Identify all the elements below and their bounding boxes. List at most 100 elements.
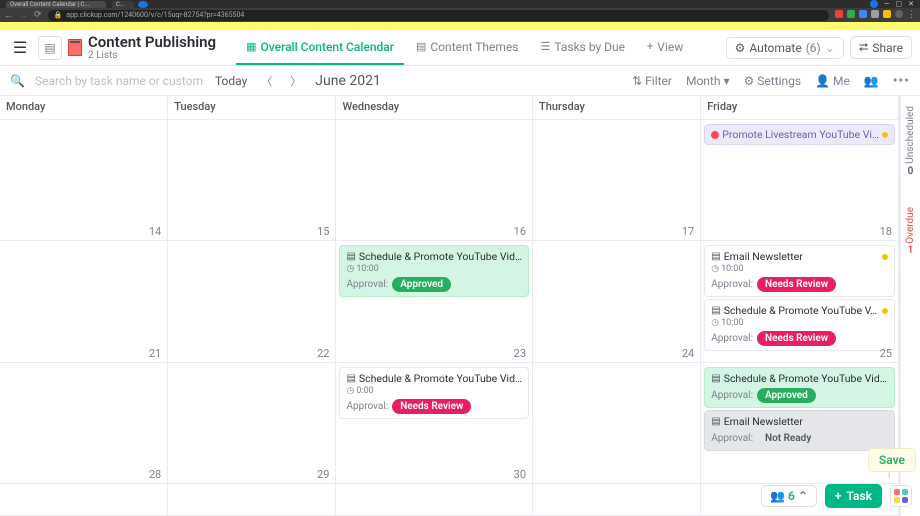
gear-icon: ⚙ [743,74,754,88]
share-button[interactable]: ⮂ Share [850,36,912,59]
back-icon[interactable]: ← [4,10,13,21]
calendar-cell[interactable]: 16 [336,120,533,241]
unscheduled-toggle[interactable]: Unscheduled [905,106,916,164]
more-menu[interactable]: ••• [893,73,910,89]
tab-content-themes[interactable]: ▤ Content Themes [406,30,528,65]
close-icon[interactable]: ✕ [908,0,914,8]
people-icon[interactable]: 👥 [864,74,879,88]
date-number: 18 [880,225,892,238]
priority-dot-icon [882,132,888,138]
prev-month[interactable]: 〈 [257,73,276,89]
task-card[interactable]: ▤Schedule & Promote YouTube Vid… ◷10:00 … [339,245,529,297]
forward-icon[interactable]: → [19,10,28,21]
task-card[interactable]: ▤Schedule & Promote YouTube Vid… Approva… [704,367,895,408]
overdue-toggle[interactable]: Overdue [905,207,916,244]
calendar-cell[interactable]: 21 [0,241,168,362]
calendar-cell[interactable] [336,484,533,516]
today-button[interactable]: Today [215,74,247,88]
month-label: June 2021 [315,73,381,89]
ext-icon[interactable] [871,10,879,18]
calendar-cell[interactable] [0,484,168,516]
calendar-cell[interactable]: ▤Schedule & Promote YouTube Vid… ◷10:00 … [336,241,533,362]
ext-icon[interactable] [859,10,867,18]
overdue-count: 1 [908,245,914,256]
task-card[interactable]: ▤Schedule & Promote YouTube Vid… ◷0:00 A… [339,367,529,419]
browser-tab[interactable]: C... [112,1,134,8]
chevron-down-icon: ⌄ [825,41,835,55]
me-button[interactable]: 👤Me [815,74,850,88]
new-task-button[interactable]: + Task [825,484,882,508]
calendar-cell[interactable] [533,484,701,516]
status-badge: Needs Review [757,331,836,346]
ext-icon[interactable] [847,10,855,18]
calendar-cell[interactable]: 28 [0,363,168,484]
save-button[interactable]: Save [868,448,916,472]
ext-icon[interactable] [883,10,891,18]
folder-button[interactable]: ▤ [38,36,62,60]
calendar-cell[interactable]: 22 [168,241,336,362]
calendar-cell[interactable] [168,484,336,516]
circle-icon [870,0,878,8]
new-tab-button[interactable] [138,1,148,8]
task-icon: ▤ [711,305,720,316]
calendar-cell[interactable] [533,363,701,484]
tab-add-view[interactable]: + View [637,30,693,65]
minimize-icon[interactable]: — [884,0,889,8]
day-header: Tuesday [168,96,336,120]
date-number: 17 [682,225,694,238]
calendar-cell[interactable]: ▤Schedule & Promote YouTube Vid… ◷0:00 A… [336,363,533,484]
date-number: 24 [682,347,694,360]
task-title: Schedule & Promote YouTube V… [724,304,877,317]
automate-label: Automate [749,41,801,55]
browser-tab[interactable]: Overall Content Calendar | C... [6,1,106,8]
tab-overall-calendar[interactable]: ▦ Overall Content Calendar [236,30,404,65]
calendar-cell[interactable]: Promote Livestream YouTube Vi… 18 [701,120,899,241]
automate-button[interactable]: ⚙ Automate (6) ⌄ [726,37,844,59]
menu-toggle[interactable]: ☰ [8,38,32,57]
space-icon [68,39,82,56]
task-card[interactable]: Promote Livestream YouTube Vi… [704,124,895,145]
task-title: Email Newsletter [724,250,803,263]
status-badge: Needs Review [392,399,471,414]
priority-dot-icon [882,308,888,314]
folder-icon: ▤ [44,41,55,55]
robot-icon: ⚙ [735,41,746,55]
next-month[interactable]: 〉 [286,73,305,89]
task-card[interactable]: ▤Schedule & Promote YouTube V… ◷10:00 Ap… [704,299,895,351]
reload-icon[interactable]: ⟳ [34,10,42,20]
avatar-icon[interactable] [895,10,903,18]
date-number: 29 [317,468,329,481]
filter-button[interactable]: ⇅Filter [632,74,672,88]
settings-button[interactable]: ⚙Settings [743,74,801,88]
address-bar[interactable]: 🔒 app.clickup.com/1240600/v/c/15uqr-8275… [48,10,829,21]
task-icon: ▤ [346,251,355,262]
task-card[interactable]: ▤Email Newsletter ◷10:00 Approval:Needs … [704,245,895,297]
menu-icon[interactable]: ⋮ [907,10,916,20]
calendar-cell[interactable]: 14 [0,120,168,241]
calendar-cell[interactable]: 29 [168,363,336,484]
filter-icon: ⇅ [632,74,642,88]
calendar-cell[interactable]: 24 [533,241,701,362]
status-dot-icon [711,131,719,139]
share-label: Share [872,41,903,55]
people-count[interactable]: 👥 6 ⌃ [761,485,817,507]
range-button[interactable]: Month▾ [686,74,730,88]
calendar-cell[interactable]: 15 [168,120,336,241]
plus-icon: + [835,489,842,503]
ext-icon[interactable] [835,10,843,18]
date-number: 28 [149,468,161,481]
share-icon: ⮂ [859,40,869,55]
status-badge: Needs Review [757,277,836,292]
tab-tasks-by-due[interactable]: ☰ Tasks by Due [530,30,635,65]
calendar-cell[interactable]: 17 [533,120,701,241]
maximize-icon[interactable]: ▢ [896,0,903,8]
automate-count: (6) [806,41,821,55]
task-card[interactable]: ▤Email Newsletter Approval:Not Ready [704,410,895,451]
date-number: 15 [317,225,329,238]
chevron-up-icon: ⌃ [798,489,808,503]
apps-button[interactable] [890,485,912,507]
calendar-cell[interactable]: ▤Email Newsletter ◷10:00 Approval:Needs … [701,241,899,362]
task-time: 10:00 [721,318,743,328]
task-time: 10:00 [721,264,743,274]
search-input[interactable] [35,74,205,88]
